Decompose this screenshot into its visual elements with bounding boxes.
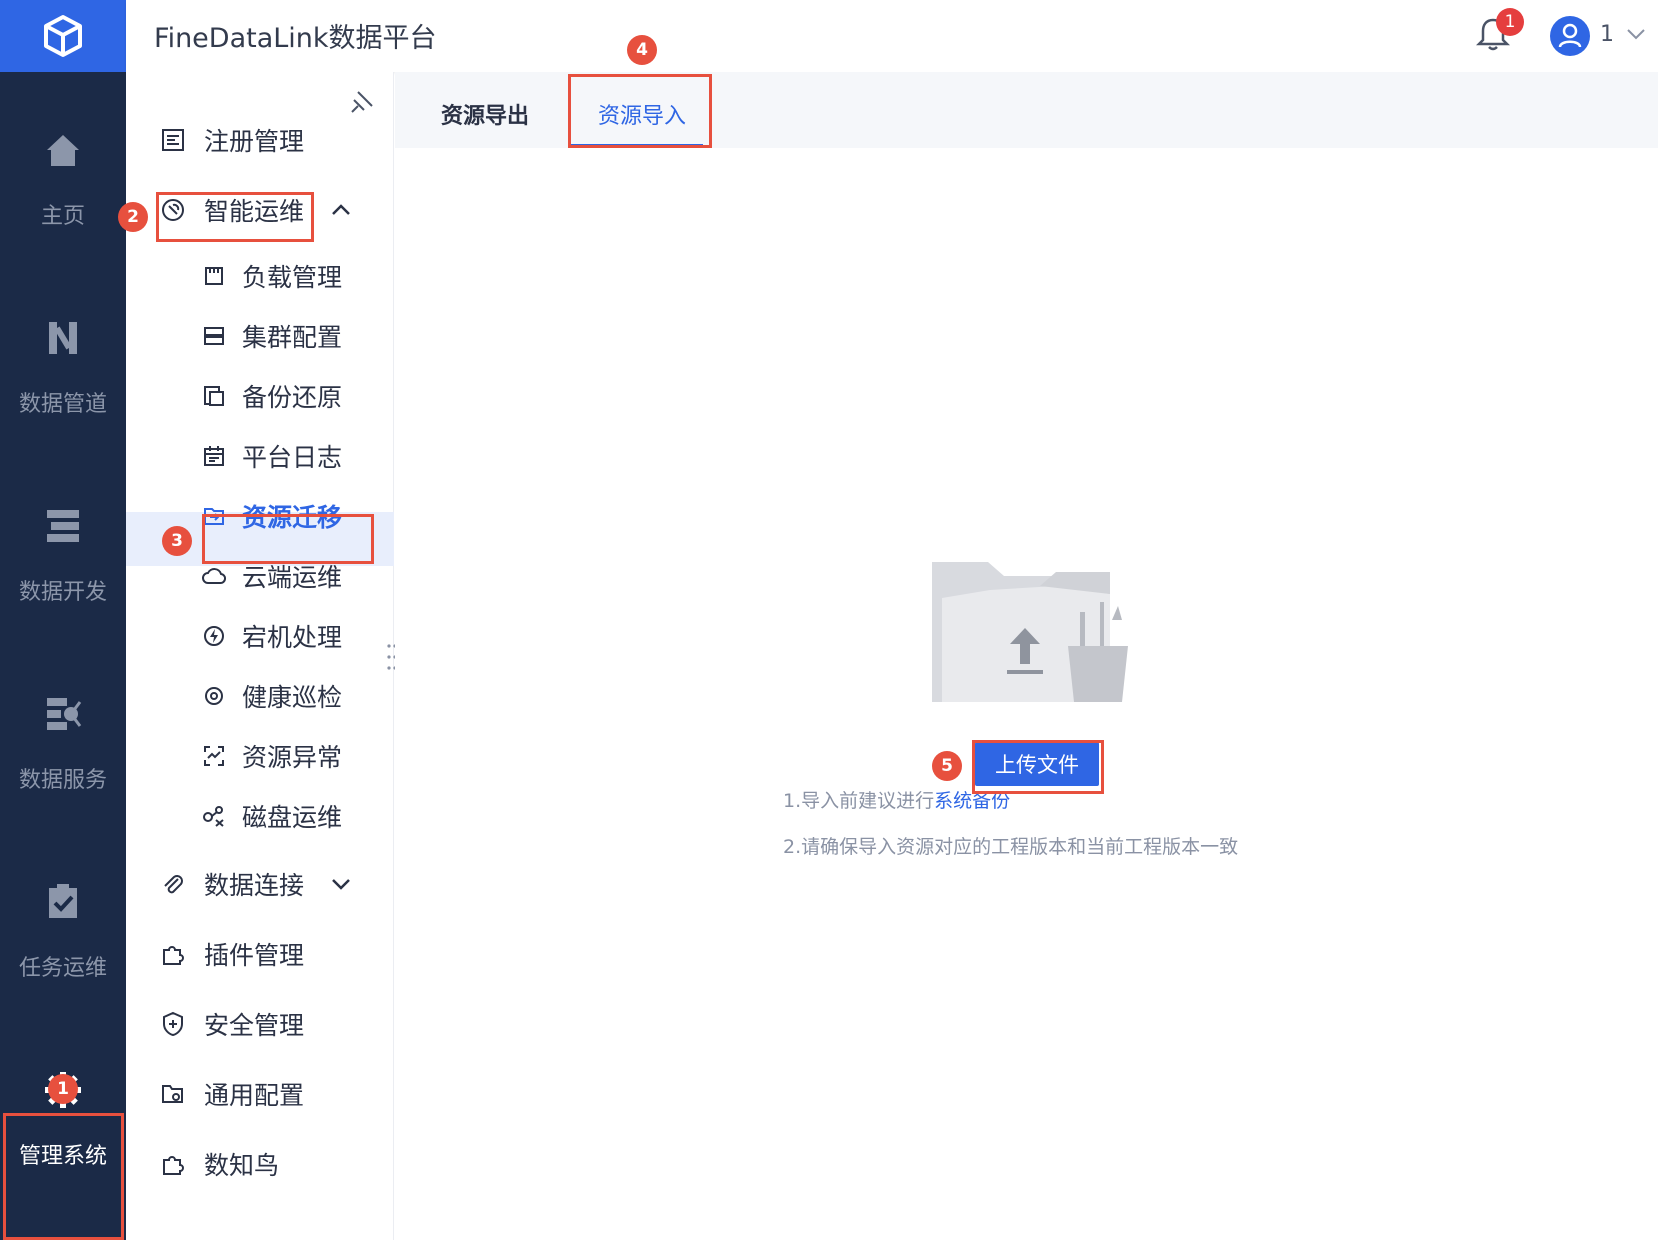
hint-line-2: 2.请确保导入资源对应的工程版本和当前工程版本一致 [783,836,1239,858]
service-icon [47,698,82,730]
backup-icon [204,386,224,406]
chevron-up-icon [332,204,350,215]
load-card-icon [205,267,223,285]
annotation-box-4 [568,74,712,148]
sidebar-label: 数知鸟 [204,1151,280,1180]
rail-item-task[interactable]: 任务运维 [0,882,126,982]
disk-link-icon [203,806,224,827]
rail-item-dev[interactable]: 数据开发 [0,506,126,606]
sidebar-item-crash[interactable]: 宕机处理 [202,618,342,654]
register-icon [162,129,184,151]
sidebar-label: 磁盘运维 [242,803,343,832]
hint-1-text: 1.导入前建议进行 [783,790,935,812]
main-content: 资源导出 资源导入 上传文件 1.导入前建议进行系统备份 2.请确保导入资源对应… [395,72,1658,1240]
app-logo[interactable] [0,0,126,72]
pin-icon[interactable] [348,88,376,116]
puzzle-icon [163,946,184,965]
dev-icon [47,510,79,542]
rail-item-service[interactable]: 数据服务 [0,694,126,794]
rail-label-dev: 数据开发 [18,580,107,605]
sidebar-label: 注册管理 [204,127,305,156]
sidebar-label: 负载管理 [242,263,343,292]
app-title: FineDataLink数据平台 [154,23,437,54]
sidebar-label: 备份还原 [242,383,343,412]
sidebar-item-security[interactable]: 安全管理 [160,1006,304,1042]
annotation-badge-1: 1 [48,1074,78,1104]
sidebar-item-general-config[interactable]: 通用配置 [160,1076,304,1112]
annotation-badge-4: 4 [627,35,657,65]
sidebar-label: 资源异常 [242,743,343,772]
sidebar-label: 安全管理 [204,1011,305,1040]
lightning-icon [204,626,224,646]
sidebar-label: 插件管理 [204,941,305,970]
settings-icon [205,687,223,705]
annotation-box-5 [972,740,1104,794]
sidebar-item-logs[interactable]: 平台日志 [202,438,342,474]
sidebar-item-health[interactable]: 健康巡检 [202,678,342,714]
annotation-badge-5: 5 [932,751,962,781]
annotation-badge-3: 3 [162,526,192,556]
folder-gear-icon [162,1085,183,1103]
home-icon [47,135,79,166]
server-icon [204,327,224,345]
cloud-icon [202,568,226,584]
sidebar-item-disk[interactable]: 磁盘运维 [202,798,342,834]
calendar-icon [204,446,224,466]
annotation-box-3 [202,514,374,564]
sidebar-label: 宕机处理 [242,623,343,652]
sidebar-item-plugins[interactable]: 插件管理 [160,936,304,972]
annotation-box-1 [3,1113,124,1240]
sidebar-label: 数据连接 [204,871,305,900]
sidebar-item-shuzhiniao[interactable]: 数知鸟 [160,1146,279,1182]
top-header: FineDataLink数据平台 1 1 [126,0,1658,72]
sidebar-item-backup[interactable]: 备份还原 [202,378,342,414]
user-name[interactable]: 1 [1600,22,1614,47]
user-icon [1558,23,1582,48]
sidebar-label: 集群配置 [242,323,343,352]
pipeline-icon [49,322,77,354]
rail-item-pipeline[interactable]: 数据管道 [0,318,126,418]
avatar[interactable] [1550,16,1590,56]
annotation-box-2 [156,192,314,242]
app-root: 主页 数据管道 数据开发 数据服务 任务运维 管理系统 FineDataLink… [0,0,1658,1240]
paperclip-icon [164,875,183,894]
sidebar-label: 通用配置 [204,1081,305,1110]
sidebar-item-anomaly[interactable]: 资源异常 [202,738,342,774]
rail-label-home: 主页 [40,204,85,229]
chevron-down-icon[interactable] [1624,22,1648,46]
sidebar-item-registration[interactable]: 注册管理 [160,122,304,158]
chevron-down-icon [332,879,350,890]
notification-badge: 1 [1496,8,1524,36]
puzzle-icon [163,1156,184,1175]
rail-label-task: 任务运维 [18,956,107,981]
rail-label-service: 数据服务 [18,768,107,793]
rail-label-pipeline: 数据管道 [18,392,107,417]
task-check-icon [49,884,77,918]
primary-rail: 主页 数据管道 数据开发 数据服务 任务运维 管理系统 [0,0,126,1240]
sidebar-item-load[interactable]: 负载管理 [202,258,342,294]
empty-folder-upload-illustration [932,562,1128,702]
shield-icon [163,1011,183,1037]
cube-logo-icon [44,15,82,57]
sidebar-item-cluster[interactable]: 集群配置 [202,318,342,354]
sidebar-item-data-connection[interactable]: 数据连接 [160,866,354,902]
sidebar-label: 健康巡检 [242,683,343,712]
rail-item-home[interactable]: 主页 [0,130,126,230]
anomaly-icon [204,746,224,766]
annotation-badge-2: 2 [118,202,148,232]
tab-resource-export[interactable]: 资源导出 [441,98,529,130]
sidebar-label: 平台日志 [242,443,343,472]
admin-sidebar: 注册管理 智能运维 负载管理 集群配置 备份还原 平台日志 资源迁移 云端运维 … [126,72,394,1240]
